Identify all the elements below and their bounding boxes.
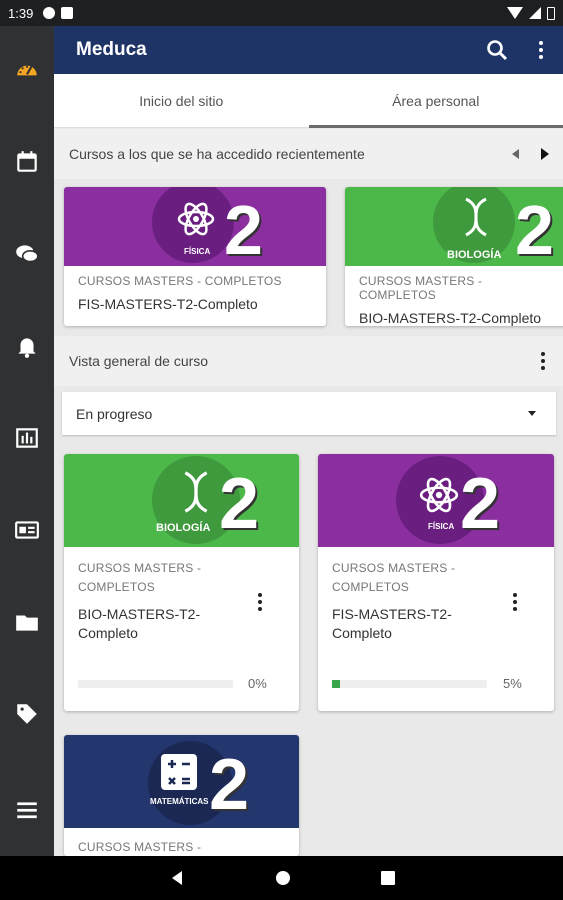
course-image-label: BIOLOGÍA	[447, 249, 502, 261]
course-name[interactable]: BIO-MASTERS-T2-Completo	[78, 605, 235, 643]
course-card[interactable]: MATEMÁTICAS 2 CURSOS MASTERS -	[64, 735, 299, 856]
course-category: CURSOS MASTERS - COMPLETOS	[78, 274, 282, 288]
course-image: FÍSICA 2	[64, 187, 326, 266]
signal-icon	[529, 7, 541, 19]
system-nav-bar	[0, 856, 563, 900]
dropdown-caret-icon	[528, 411, 536, 416]
tab-dashboard[interactable]: Área personal	[308, 74, 563, 128]
menu-icon	[17, 802, 37, 819]
sidebar-item-notifications[interactable]	[0, 322, 54, 370]
next-arrow-icon[interactable]	[541, 148, 549, 160]
course-category: CURSOS MASTERS - COMPLETOS	[332, 561, 456, 594]
course-filter-dropdown[interactable]: En progreso	[62, 392, 556, 435]
tab-site-home[interactable]: Inicio del sitio	[54, 74, 309, 127]
course-image: BIOLOGÍA 2	[345, 187, 563, 266]
status-bar: 1:39	[0, 0, 563, 26]
app-bar: Meduca	[54, 26, 563, 74]
prev-arrow-icon[interactable]	[512, 149, 519, 159]
course-image: FÍSICA 2	[318, 454, 554, 547]
sidebar-item-calendar[interactable]	[0, 138, 54, 186]
course-progress-bar	[78, 680, 233, 688]
dna-icon	[465, 197, 487, 237]
course-progress-label: 0%	[248, 676, 267, 691]
course-options-icon[interactable]	[505, 593, 525, 611]
course-image: BIOLOGÍA 2	[64, 454, 299, 547]
course-category: CURSOS MASTERS - COMPLETOS	[78, 561, 202, 594]
app-title: Meduca	[76, 39, 147, 60]
course-name[interactable]: FIS-MASTERS-T2-Completo	[332, 605, 489, 643]
tab-bar: Inicio del sitio Área personal	[54, 74, 563, 128]
course-image-number: 2	[460, 464, 501, 544]
sidebar	[0, 26, 54, 856]
search-button[interactable]	[475, 26, 519, 74]
more-options-button[interactable]	[519, 26, 563, 74]
progress-fill	[332, 680, 340, 688]
recent-courses-title: Cursos a los que se ha accedido reciente…	[69, 146, 365, 162]
folder-icon	[16, 615, 38, 631]
course-category: CURSOS MASTERS -	[78, 840, 202, 854]
dna-icon	[184, 471, 208, 513]
course-overview-header: Vista general de curso	[54, 336, 563, 386]
atom-icon	[419, 477, 459, 513]
notification-icon	[43, 7, 56, 19]
course-progress-label: 5%	[503, 676, 522, 691]
status-time: 1:39	[8, 5, 34, 21]
course-filter-value: En progreso	[76, 405, 153, 422]
home-icon[interactable]	[275, 870, 291, 886]
course-overview-title: Vista general de curso	[69, 353, 209, 369]
course-image-label: FÍSICA	[184, 247, 211, 256]
recent-courses-header: Cursos a los que se ha accedido reciente…	[54, 129, 563, 179]
search-icon	[487, 40, 508, 61]
sidebar-item-badges[interactable]	[0, 506, 54, 554]
course-name[interactable]: BIO-MASTERS-T2-Completo	[359, 310, 561, 326]
more-vert-icon	[539, 41, 543, 59]
sidebar-item-menu[interactable]	[0, 786, 54, 834]
course-card[interactable]: FÍSICA 2 CURSOS MASTERS - COMPLETOS FIS-…	[318, 454, 554, 711]
calendar-icon	[17, 151, 37, 172]
sidebar-item-messages[interactable]	[0, 230, 54, 278]
course-card[interactable]: BIOLOGÍA 2 CURSOS MASTERS - COMPLETOS BI…	[64, 454, 299, 711]
course-image-number: 2	[209, 745, 250, 825]
course-image-label: MATEMÁTICAS	[150, 797, 209, 806]
course-image-number: 2	[515, 191, 554, 266]
recents-icon[interactable]	[380, 871, 395, 885]
atom-icon	[177, 202, 215, 236]
badge-icon	[15, 521, 39, 539]
course-options-icon[interactable]	[250, 593, 270, 611]
sidebar-item-grades[interactable]	[0, 414, 54, 462]
overview-options-icon[interactable]	[523, 352, 563, 370]
course-image-number: 2	[219, 464, 260, 544]
dashboard-icon	[17, 65, 37, 76]
chat-icon	[16, 245, 39, 263]
grades-icon	[16, 428, 38, 448]
course-image: MATEMÁTICAS 2	[64, 735, 299, 828]
course-image-label: BIOLOGÍA	[156, 522, 211, 534]
recent-course-card[interactable]: FÍSICA 2 CURSOS MASTERS - COMPLETOS FIS-…	[64, 187, 326, 326]
sidebar-item-dashboard[interactable]	[0, 46, 54, 94]
course-image-number: 2	[224, 191, 263, 266]
course-image-label: FÍSICA	[428, 522, 455, 531]
wifi-icon	[507, 7, 523, 19]
course-progress-bar	[332, 680, 487, 688]
recent-course-card[interactable]: BIOLOGÍA 2 CURSOS MASTERS - COMPLETOS BI…	[345, 187, 563, 326]
sidebar-item-files[interactable]	[0, 598, 54, 646]
battery-icon	[547, 6, 555, 20]
bell-icon	[18, 338, 36, 358]
course-category: CURSOS MASTERS - COMPLETOS	[359, 274, 483, 302]
tag-icon	[17, 704, 37, 724]
calculator-icon	[161, 754, 197, 790]
file-icon	[61, 7, 74, 19]
back-icon[interactable]	[169, 870, 185, 886]
course-name[interactable]: FIS-MASTERS-T2-Completo	[78, 296, 312, 312]
sidebar-item-tags[interactable]	[0, 690, 54, 738]
